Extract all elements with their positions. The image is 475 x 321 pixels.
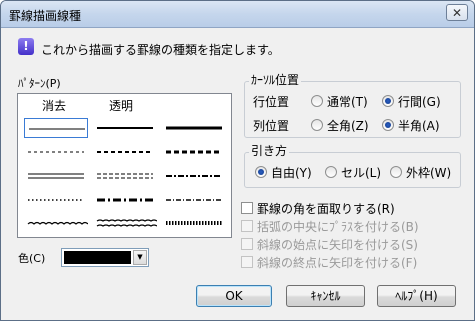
- line-style-double-wave-icon: [96, 219, 157, 227]
- title-bar[interactable]: 罫線描画線種 ✕: [1, 1, 474, 28]
- dialog-window: 罫線描画線種 ✕ ! これから描画する罫線の種類を指定します。 ﾊﾟﾀｰﾝ(P)…: [0, 0, 475, 321]
- line-style-fine-dash-icon: [28, 151, 84, 153]
- bracket-plus-label[interactable]: 括弧の中央にﾌﾟﾗｽを付ける(B): [257, 218, 419, 235]
- line-style-dash-dot-icon: [166, 175, 222, 177]
- row-between-radio[interactable]: [382, 95, 394, 107]
- pattern-label: ﾊﾟﾀｰﾝ(P): [18, 77, 61, 90]
- line-style-hatched-icon: [166, 221, 222, 225]
- column-fullwidth-label[interactable]: 全角(Z): [327, 117, 369, 134]
- pattern-header-erase[interactable]: 消去: [42, 97, 66, 114]
- pattern-cell-thin-solid[interactable]: [24, 118, 88, 138]
- line-style-thin-solid-icon: [29, 128, 85, 130]
- line-style-thick-solid-icon: [166, 126, 222, 130]
- line-style-bold-dot-dash-icon: [97, 198, 153, 202]
- line-style-double-icon: [28, 173, 84, 179]
- pattern-cell-dot-dash[interactable]: [162, 190, 226, 210]
- row-between-label[interactable]: 行間(G): [398, 93, 441, 110]
- cancel-button[interactable]: ｷｬﾝｾﾙ: [286, 285, 365, 307]
- row-normal-label[interactable]: 通常(T): [327, 93, 368, 110]
- row-normal-radio[interactable]: [311, 95, 323, 107]
- pattern-cell-wave[interactable]: [24, 213, 88, 233]
- start-arrow-label[interactable]: 斜線の始点に矢印を付ける(S): [257, 236, 418, 253]
- pattern-cell-medium-solid[interactable]: [93, 118, 157, 138]
- color-swatch: [64, 251, 131, 264]
- chamfer-corners-label[interactable]: 罫線の角を面取りする(R): [257, 200, 395, 217]
- line-style-dots-icon: [28, 199, 84, 201]
- row-position-label: 行位置: [253, 95, 290, 109]
- line-style-double-dash-icon: [97, 173, 153, 179]
- draw-outer-radio[interactable]: [390, 166, 402, 178]
- pattern-cell-hatched[interactable]: [162, 213, 226, 233]
- column-halfwidth-label[interactable]: 半角(A): [398, 117, 440, 134]
- column-fullwidth-radio[interactable]: [311, 119, 323, 131]
- draw-method-title: 引き方: [249, 142, 290, 159]
- pattern-cell-double-wave[interactable]: [93, 213, 157, 233]
- pattern-cell-thick-solid[interactable]: [162, 118, 226, 138]
- chamfer-corners-checkbox[interactable]: [241, 202, 253, 214]
- cursor-position-title: ｶｰｿﾙ位置: [249, 71, 302, 88]
- end-arrow-checkbox[interactable]: [241, 256, 253, 268]
- draw-outer-label[interactable]: 外枠(W): [406, 164, 451, 181]
- pattern-cell-fine-dash[interactable]: [24, 142, 88, 162]
- line-style-bold-dash-icon: [166, 150, 222, 154]
- pattern-cell-dash[interactable]: [93, 142, 157, 162]
- info-icon: !: [18, 38, 34, 55]
- draw-cell-radio[interactable]: [325, 166, 337, 178]
- draw-free-label[interactable]: 自由(Y): [271, 164, 312, 181]
- close-button[interactable]: ✕: [446, 4, 468, 21]
- draw-free-radio[interactable]: [255, 166, 267, 178]
- pattern-cell-double[interactable]: [24, 166, 88, 186]
- line-style-medium-solid-icon: [97, 127, 153, 129]
- pattern-cell-bold-dash[interactable]: [162, 142, 226, 162]
- line-style-wave-icon: [27, 221, 88, 225]
- pattern-cell-dots[interactable]: [24, 190, 88, 210]
- column-halfwidth-radio[interactable]: [382, 119, 394, 131]
- line-style-dot-dash-icon: [166, 199, 222, 201]
- bracket-plus-checkbox[interactable]: [241, 220, 253, 232]
- column-position-label: 列位置: [253, 119, 290, 133]
- ok-button[interactable]: OK: [196, 285, 272, 307]
- pattern-cell-dash-dot[interactable]: [162, 166, 226, 186]
- color-label: 色(C): [18, 252, 46, 265]
- line-style-dash-icon: [97, 151, 153, 153]
- draw-cell-label[interactable]: セル(L): [341, 164, 381, 181]
- help-button[interactable]: ﾍﾙﾌﾟ(H): [377, 285, 456, 307]
- chevron-down-icon[interactable]: ▼: [133, 250, 147, 265]
- color-dropdown[interactable]: ▼: [61, 248, 149, 267]
- info-message: これから描画する罫線の種類を指定します。: [41, 43, 280, 57]
- pattern-cell-bold-dot-dash[interactable]: [93, 190, 157, 210]
- window-title: 罫線描画線種: [9, 9, 82, 23]
- pattern-list[interactable]: 消去 透明: [17, 93, 232, 238]
- start-arrow-checkbox[interactable]: [241, 238, 253, 250]
- pattern-cell-double-dash[interactable]: [93, 166, 157, 186]
- end-arrow-label[interactable]: 斜線の終点に矢印を付ける(F): [257, 254, 417, 271]
- pattern-header-transparent[interactable]: 透明: [109, 97, 133, 114]
